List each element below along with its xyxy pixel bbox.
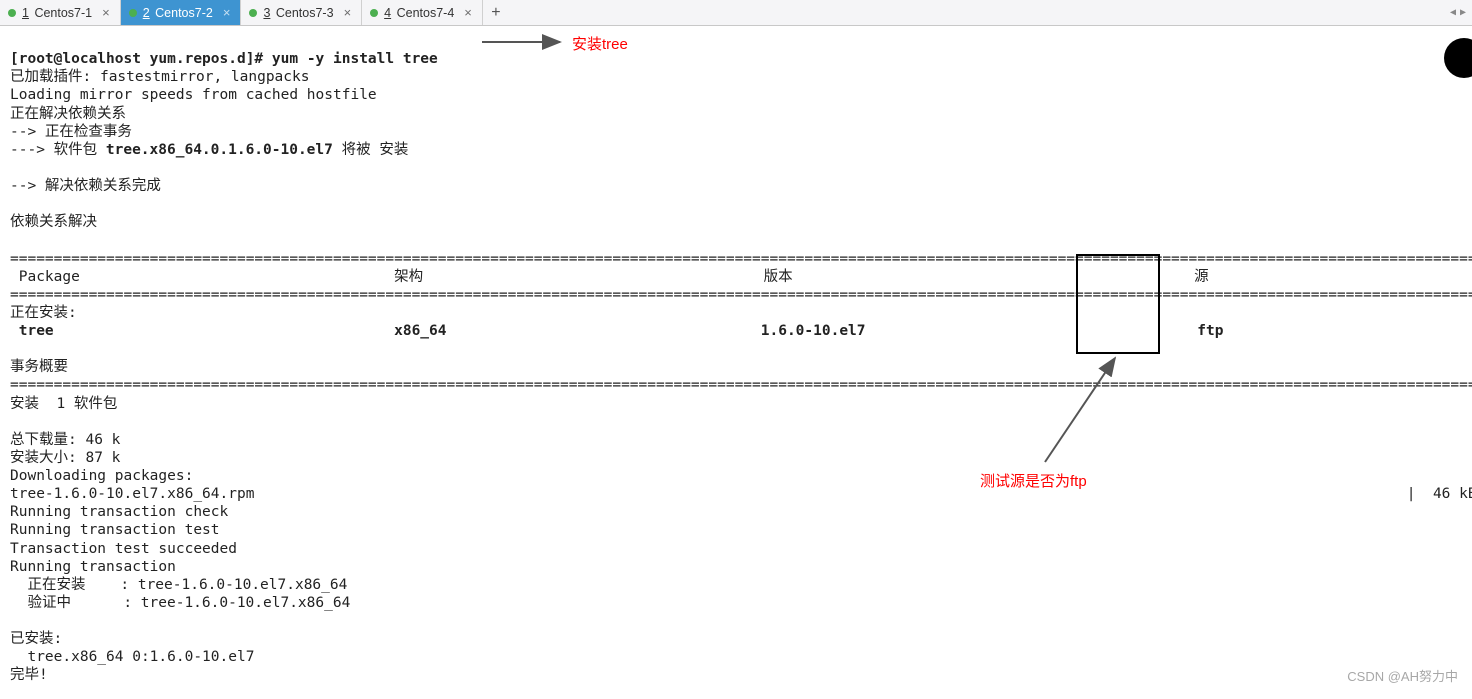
line: Running transaction bbox=[10, 559, 176, 575]
prompt: [root@localhost yum.repos.d]# bbox=[10, 51, 272, 67]
close-icon[interactable]: × bbox=[344, 5, 352, 20]
table-header: Package 架构 版本 源 大小 bbox=[10, 269, 1472, 285]
tab-centos7-1[interactable]: 1 Centos7-1 × bbox=[0, 0, 121, 25]
status-dot-icon bbox=[8, 9, 16, 17]
line: 总下载量: 46 k bbox=[10, 432, 120, 448]
status-dot-icon bbox=[370, 9, 378, 17]
hr: ========================================… bbox=[10, 377, 1472, 393]
tab-label: Centos7-3 bbox=[276, 6, 334, 20]
tab-label: Centos7-2 bbox=[155, 6, 213, 20]
nav-right-icon[interactable]: ▶ bbox=[1460, 7, 1466, 18]
line: 依赖关系解决 bbox=[10, 214, 97, 230]
line: 事务概要 bbox=[10, 359, 68, 375]
line: tree-1.6.0-10.el7.x86_64.rpm | 46 kB 00:… bbox=[10, 486, 1472, 502]
line: --> 正在检查事务 bbox=[10, 124, 132, 140]
line: 验证中 : tree-1.6.0-10.el7.x86_64 1/1 bbox=[10, 595, 1472, 611]
watermark: CSDN @AH努力中 bbox=[1347, 666, 1458, 685]
close-icon[interactable]: × bbox=[464, 5, 472, 20]
tab-label: Centos7-1 bbox=[34, 6, 92, 20]
tab-centos7-4[interactable]: 4 Centos7-4 × bbox=[362, 0, 483, 25]
line: Loading mirror speeds from cached hostfi… bbox=[10, 87, 377, 103]
tab-nav-arrows: ◀ ▶ bbox=[1444, 0, 1472, 25]
line: 已安装: bbox=[10, 631, 62, 647]
tab-centos7-3[interactable]: 3 Centos7-3 × bbox=[241, 0, 362, 25]
line: 正在安装: bbox=[10, 305, 77, 321]
line: tree.x86_64 0:1.6.0-10.el7 bbox=[10, 649, 254, 665]
line: Downloading packages: bbox=[10, 468, 193, 484]
status-dot-icon bbox=[129, 9, 137, 17]
line: Running transaction test bbox=[10, 522, 220, 538]
line: ---> 软件包 tree.x86_64.0.1.6.0-10.el7 将被 安… bbox=[10, 142, 408, 158]
tab-bar: 1 Centos7-1 × 2 Centos7-2 × 3 Centos7-3 … bbox=[0, 0, 1472, 26]
hr: ========================================… bbox=[10, 251, 1472, 267]
add-tab-button[interactable]: + bbox=[483, 0, 511, 25]
line: 正在解决依赖关系 bbox=[10, 106, 126, 122]
tab-label: Centos7-4 bbox=[397, 6, 455, 20]
line: 正在安装 : tree-1.6.0-10.el7.x86_64 1/1 bbox=[10, 577, 1472, 593]
tab-number: 2 bbox=[143, 6, 150, 20]
close-icon[interactable]: × bbox=[102, 5, 110, 20]
line: --> 解决依赖关系完成 bbox=[10, 178, 161, 194]
tab-number: 4 bbox=[384, 6, 391, 20]
tab-number: 3 bbox=[263, 6, 270, 20]
line: Transaction test succeeded bbox=[10, 541, 237, 557]
command: yum -y install tree bbox=[272, 51, 438, 67]
table-row: tree x86_64 1.6.0-10.el7 ftp 46 k bbox=[10, 323, 1472, 339]
status-dot-icon bbox=[249, 9, 257, 17]
tab-centos7-2[interactable]: 2 Centos7-2 × bbox=[121, 0, 242, 25]
line: 已加载插件: fastestmirror, langpacks bbox=[10, 69, 309, 85]
line: 安装大小: 87 k bbox=[10, 450, 120, 466]
terminal-output[interactable]: [root@localhost yum.repos.d]# yum -y ins… bbox=[0, 26, 1472, 691]
close-icon[interactable]: × bbox=[223, 5, 231, 20]
line: 安装 1 软件包 bbox=[10, 396, 117, 412]
hr: ========================================… bbox=[10, 287, 1472, 303]
line: Running transaction check bbox=[10, 504, 228, 520]
line: 完毕! bbox=[10, 667, 48, 683]
nav-left-icon[interactable]: ◀ bbox=[1450, 7, 1456, 18]
tab-number: 1 bbox=[22, 6, 29, 20]
